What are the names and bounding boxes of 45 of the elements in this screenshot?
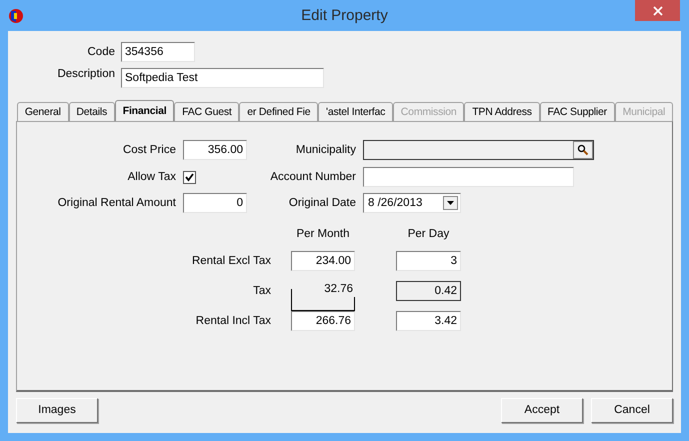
cost-price-field[interactable]: 356.00: [183, 140, 247, 160]
dialog-button[interactable]: Accept: [501, 398, 583, 422]
row-label: Rental Incl Tax: [194, 315, 271, 327]
app-logo-icon: [8, 8, 24, 24]
tax-field: 0.42: [396, 281, 461, 301]
tab[interactable]: FAC Supplier: [540, 102, 615, 121]
row-label: Tax: [252, 285, 271, 297]
tab[interactable]: TPN Address: [464, 102, 540, 121]
date-picker[interactable]: 8 /26/2013: [363, 193, 461, 213]
amount-field[interactable]: 3: [396, 251, 461, 271]
field-label: Account Number: [269, 171, 356, 183]
column-header: Per Month: [295, 228, 351, 240]
rental-amount-field[interactable]: 0: [183, 193, 247, 213]
dropdown-button[interactable]: [443, 196, 458, 210]
dialog-button[interactable]: Cancel: [591, 398, 673, 422]
tab[interactable]: er Defined Fie: [239, 102, 318, 121]
tab[interactable]: 'astel Interfac: [318, 102, 393, 121]
amount-field[interactable]: 3.42: [396, 311, 461, 331]
window-title: Edit Property: [300, 7, 389, 24]
account-number-field[interactable]: [363, 167, 574, 187]
amount-field[interactable]: 266.76: [291, 311, 355, 331]
caret-icon: [447, 201, 454, 205]
field-label: Cost Price: [122, 144, 176, 156]
tab[interactable]: General: [17, 102, 69, 121]
dialog-button[interactable]: Images: [16, 398, 98, 422]
tab[interactable]: Details: [68, 102, 115, 121]
search-icon: [577, 144, 589, 156]
field-label: Municipality: [294, 144, 356, 156]
field-label: Original Date: [288, 197, 356, 209]
description-field[interactable]: Softpedia Test: [121, 68, 324, 88]
close-icon: [652, 6, 662, 16]
field-label: Description: [56, 68, 116, 80]
amount-field[interactable]: 234.00: [291, 251, 355, 271]
close-button[interactable]: [635, 0, 680, 21]
checkbox-label: Allow Tax: [126, 171, 176, 183]
tab[interactable]: Financial: [114, 100, 174, 121]
code-field[interactable]: 354356: [121, 42, 195, 62]
row-label: Rental Excl Tax: [190, 255, 271, 267]
tab[interactable]: FAC Guest: [174, 102, 240, 121]
municipality-field[interactable]: [363, 140, 594, 160]
field-label: Original Rental Amount: [56, 197, 176, 209]
checkbox[interactable]: [183, 170, 196, 184]
search-button[interactable]: [573, 141, 593, 159]
column-header: Per Day: [406, 228, 450, 240]
field-label: Code: [86, 46, 116, 58]
